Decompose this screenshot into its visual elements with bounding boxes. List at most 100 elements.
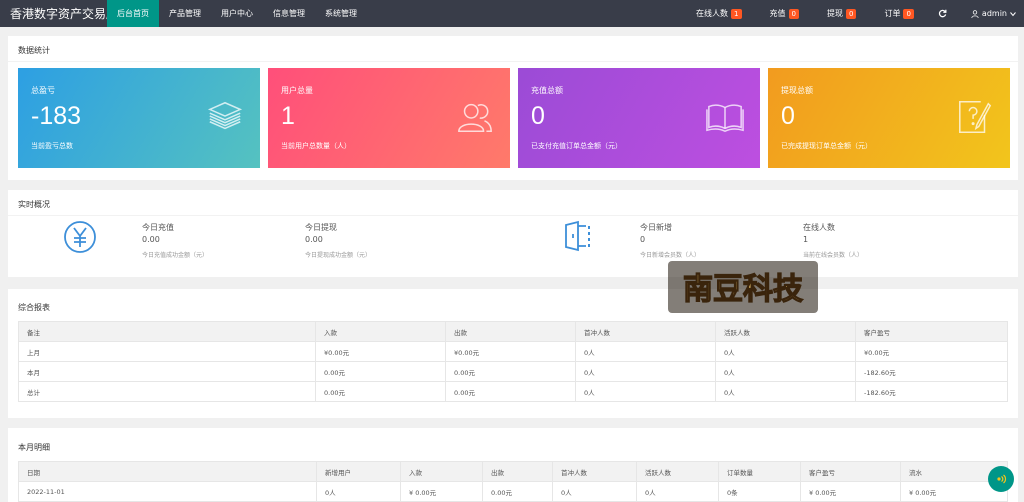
- card-user-total: 用户总量 1 当前用户总数量（人）: [268, 68, 510, 168]
- col-header: 新增用户: [316, 461, 401, 482]
- stats-title: 数据统计: [8, 36, 1018, 62]
- table-row: 总计 0.00元 0.00元 0人 0人 -182.60元: [18, 381, 1008, 402]
- table-cell: 上月: [18, 341, 316, 362]
- table-row: 本月 0.00元 0.00元 0人 0人 -182.60元: [18, 361, 1008, 382]
- nav-users[interactable]: 用户中心: [211, 0, 263, 27]
- report-table-wrap: 备注 入款 出款 首冲人数 活跃人数 客户盈亏 上月 ¥0.00元 ¥0.00元…: [8, 321, 1018, 402]
- table-cell: ¥0.00元: [855, 341, 1008, 362]
- card-sub: 已完成提现订单总金额（元）: [781, 142, 872, 150]
- table-cell: 总计: [18, 381, 316, 402]
- edit-icon: [959, 101, 992, 133]
- monthly-table-wrap: 日期 新增用户 入款 出款 首冲人数 活跃人数 订单数量 客户盈亏 流水 202…: [8, 461, 1018, 502]
- table-cell: 0.00元: [315, 361, 446, 382]
- table-cell: 0人: [715, 341, 856, 362]
- table-cell: -182.60元: [855, 381, 1008, 402]
- brand-title[interactable]: 香港数字资产交易所: [0, 5, 118, 22]
- withdraw-label: 提现: [826, 9, 843, 18]
- card-sub: 当前用户总数量（人）: [281, 142, 351, 150]
- table-cell: ¥0.00元: [445, 341, 576, 362]
- table-cell: 0人: [316, 481, 401, 502]
- table-cell: ¥0.00元: [315, 341, 446, 362]
- col-header: 客户盈亏: [800, 461, 901, 482]
- card-value: 1: [281, 102, 295, 130]
- card-value: -183: [31, 102, 82, 130]
- report-title: 综合报表: [18, 303, 50, 312]
- recharge-badge: 0: [788, 8, 799, 19]
- layers-icon: [207, 101, 243, 130]
- col-header: 订单数量: [718, 461, 801, 482]
- nav-system[interactable]: 系统管理: [315, 0, 367, 27]
- table-cell: 0人: [575, 341, 716, 362]
- refresh-icon[interactable]: [938, 9, 947, 18]
- col-header: 首冲人数: [575, 321, 716, 342]
- table-cell: ¥ 0.00元: [800, 481, 901, 502]
- watermark-text: 南豆科技: [683, 272, 803, 307]
- order-label: 订单: [884, 9, 901, 18]
- order-link[interactable]: 订单 0: [884, 8, 914, 19]
- table-cell: ¥ 0.00元: [400, 481, 483, 502]
- online-label: 在线人数: [803, 223, 835, 232]
- recharge-link[interactable]: 充值 0: [770, 8, 799, 19]
- table-cell: -182.60元: [855, 361, 1008, 382]
- table-cell: 2022-11-01: [18, 481, 317, 502]
- today-withdraw-value: 0.00: [305, 235, 323, 244]
- nav-info[interactable]: 信息管理: [263, 0, 315, 27]
- today-new-label: 今日新增: [640, 223, 672, 232]
- today-new-value: 0: [640, 235, 646, 244]
- online-label: 在线人数: [696, 9, 729, 18]
- top-navbar: 香港数字资产交易所 后台首页 产品管理 用户中心 信息管理 系统管理 在线人数 1…: [0, 0, 1024, 27]
- table-row: 上月 ¥0.00元 ¥0.00元 0人 0人 ¥0.00元: [18, 341, 1008, 362]
- realtime-panel: 实时概况 今日充值 0.00 今日充值成功金额（元） 今日提现 0.00 今日提…: [8, 190, 1018, 277]
- today-withdraw-label: 今日提现: [305, 223, 337, 232]
- table-cell: 0人: [575, 361, 716, 382]
- chevron-down-icon: [1010, 11, 1016, 16]
- report-panel: 综合报表 备注 入款 出款 首冲人数 活跃人数 客户盈亏 上月 ¥0.00元 ¥…: [8, 289, 1018, 418]
- main-nav: 后台首页 产品管理 用户中心 信息管理 系统管理: [107, 0, 367, 27]
- monthly-panel: 本月明细 日期 新增用户 入款 出款 首冲人数 活跃人数 订单数量 客户盈亏 流…: [8, 428, 1018, 502]
- card-label: 提现总额: [781, 86, 813, 95]
- stats-cards: 总盈亏 -183 当前盈亏总数 用户总量 1 当前用户总数量（人） 充值总额 0…: [18, 68, 1010, 168]
- col-header: 首冲人数: [552, 461, 637, 482]
- table-cell: 0.00元: [482, 481, 553, 502]
- speaker-icon: [997, 474, 1007, 484]
- card-withdraw-total: 提现总额 0 已完成提现订单总金额（元）: [768, 68, 1010, 168]
- card-label: 用户总量: [281, 86, 313, 95]
- floating-action-button[interactable]: [988, 466, 1014, 492]
- monthly-table: 日期 新增用户 入款 出款 首冲人数 活跃人数 订单数量 客户盈亏 流水 202…: [18, 461, 1008, 502]
- card-total-profit: 总盈亏 -183 当前盈亏总数: [18, 68, 260, 168]
- nav-products[interactable]: 产品管理: [159, 0, 211, 27]
- card-value: 0: [531, 102, 545, 130]
- table-cell: 0.00元: [315, 381, 446, 402]
- col-header: 备注: [18, 321, 316, 342]
- yuan-icon: [64, 221, 96, 253]
- col-header: 入款: [400, 461, 483, 482]
- withdraw-link[interactable]: 提现 0: [826, 8, 857, 19]
- table-header-row: 日期 新增用户 入款 出款 首冲人数 活跃人数 订单数量 客户盈亏 流水: [18, 461, 1008, 482]
- table-cell: 0人: [575, 381, 716, 402]
- nav-home[interactable]: 后台首页: [107, 0, 159, 27]
- withdraw-badge: 0: [845, 8, 857, 19]
- username: admin: [981, 9, 1007, 18]
- online-users-link[interactable]: 在线人数 1: [696, 8, 742, 19]
- report-table: 备注 入款 出款 首冲人数 活跃人数 客户盈亏 上月 ¥0.00元 ¥0.00元…: [18, 321, 1008, 402]
- col-header: 活跃人数: [715, 321, 856, 342]
- today-recharge-label: 今日充值: [142, 223, 174, 232]
- table-cell: 本月: [18, 361, 316, 382]
- col-header: 日期: [18, 461, 317, 482]
- order-badge: 0: [903, 8, 914, 19]
- table-cell: 0人: [552, 481, 637, 502]
- table-cell: 0.00元: [445, 381, 576, 402]
- online-badge: 1: [731, 8, 742, 19]
- door-icon: [565, 220, 590, 252]
- card-sub: 已支付充值订单总金额（元）: [531, 142, 622, 150]
- today-withdraw-sub: 今日提现成功金额（元）: [305, 252, 372, 259]
- monthly-title: 本月明细: [18, 443, 50, 452]
- user-menu[interactable]: admin: [971, 9, 1016, 18]
- col-header: 客户盈亏: [855, 321, 1008, 342]
- realtime-title: 实时概况: [8, 190, 1018, 216]
- table-cell: 0人: [715, 361, 856, 382]
- header-right: 在线人数 1 充值 0 提现 0 订单 0 admin: [696, 0, 1016, 27]
- table-row: 2022-11-01 0人 ¥ 0.00元 0.00元 0人 0人 0条 ¥ 0…: [18, 481, 1008, 502]
- book-icon: [706, 104, 744, 133]
- watermark-logo: 南豆科技: [668, 261, 818, 313]
